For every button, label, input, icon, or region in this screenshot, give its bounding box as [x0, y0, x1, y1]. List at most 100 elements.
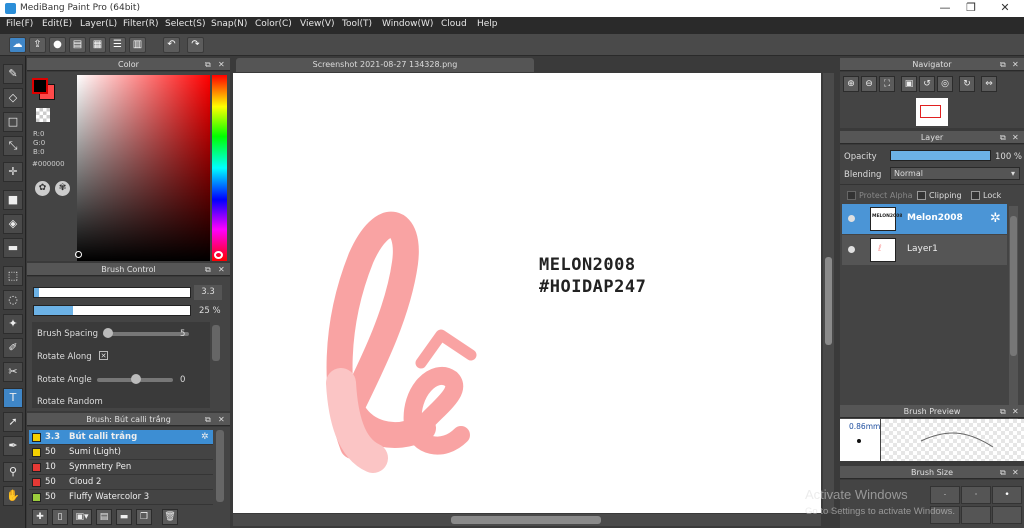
- brush-item[interactable]: 10 Symmetry Pen: [29, 460, 213, 475]
- color-cursor[interactable]: [75, 251, 82, 258]
- menu-help[interactable]: Help: [477, 19, 498, 29]
- fill-rect-tool[interactable]: ■: [3, 190, 23, 210]
- horizontal-scrollbar[interactable]: [233, 514, 821, 526]
- menu-tool[interactable]: Tool(T): [342, 19, 372, 29]
- select-pen-tool[interactable]: ✐: [3, 338, 23, 358]
- cloud-sync-button[interactable]: ☁: [9, 37, 26, 53]
- folder-button[interactable]: ▬: [116, 509, 132, 525]
- grid-button[interactable]: ▥: [129, 37, 146, 53]
- undock-icon[interactable]: ⧉: [1000, 131, 1006, 144]
- brush-item[interactable]: 50 Fluffy Watercolor 3: [29, 490, 213, 505]
- menu-layer[interactable]: Layer(L): [80, 19, 117, 29]
- flip-button[interactable]: ⇔: [981, 76, 997, 92]
- bucket-tool[interactable]: ◈: [3, 214, 23, 234]
- navigator-thumbnail[interactable]: [916, 98, 948, 126]
- close-button[interactable]: ✕: [990, 1, 1020, 15]
- menu-snap[interactable]: Snap(N): [211, 19, 247, 29]
- panel-close-icon[interactable]: ✕: [218, 263, 225, 276]
- menu-cloud[interactable]: Cloud: [441, 19, 467, 29]
- protect-alpha-checkbox[interactable]: [847, 191, 856, 200]
- panel-close-icon[interactable]: ✕: [1012, 466, 1019, 479]
- brush-settings-button[interactable]: ▤: [96, 509, 112, 525]
- magic-wand-tool[interactable]: ✦: [3, 314, 23, 334]
- size-preset[interactable]: ·: [930, 486, 960, 504]
- panel-close-icon[interactable]: ✕: [1012, 405, 1019, 418]
- zoom-in-button[interactable]: ⊕: [843, 76, 859, 92]
- delete-brush-button[interactable]: 🗑: [162, 509, 178, 525]
- panel-close-icon[interactable]: ✕: [218, 413, 225, 426]
- select-tool[interactable]: ⬚: [3, 266, 23, 286]
- saturation-value-picker[interactable]: [77, 75, 210, 261]
- rotate-left-button[interactable]: ↺: [919, 76, 935, 92]
- undock-icon[interactable]: ⧉: [205, 263, 211, 276]
- lasso-tool[interactable]: ◌: [3, 290, 23, 310]
- brush-size-value[interactable]: 3.3: [194, 285, 222, 300]
- move-tool[interactable]: ✛: [3, 162, 23, 182]
- hue-slider[interactable]: [212, 75, 227, 261]
- zoom-out-button[interactable]: ⊖: [861, 76, 877, 92]
- brush-spacing-handle[interactable]: [103, 328, 113, 338]
- text-tool[interactable]: T: [3, 388, 23, 408]
- menu-view[interactable]: View(V): [300, 19, 335, 29]
- menu-window[interactable]: Window(W): [382, 19, 433, 29]
- rotate-angle-handle[interactable]: [131, 374, 141, 384]
- brush-tool[interactable]: ✎: [3, 64, 23, 84]
- size-preset[interactable]: •: [992, 486, 1022, 504]
- eyedropper-tool[interactable]: ⚲: [3, 462, 23, 482]
- add-brush-button[interactable]: ✚: [32, 509, 48, 525]
- clipping-checkbox[interactable]: [917, 191, 926, 200]
- new-brush-button[interactable]: ▯: [52, 509, 68, 525]
- layer-item-melon2008[interactable]: MELON2008 Melon2008 ✲: [842, 204, 1007, 234]
- undock-icon[interactable]: ⧉: [205, 413, 211, 426]
- menu-file[interactable]: File(F): [6, 19, 33, 29]
- undock-icon[interactable]: ⧉: [1000, 405, 1006, 418]
- undock-icon[interactable]: ⧉: [1000, 466, 1006, 479]
- size-preset[interactable]: [961, 506, 991, 524]
- brush-item[interactable]: 50 Cloud 2: [29, 475, 213, 490]
- document-button[interactable]: ▦: [89, 37, 106, 53]
- list-button[interactable]: ☰: [109, 37, 126, 53]
- menu-color[interactable]: Color(C): [255, 19, 292, 29]
- horizontal-scroll-thumb[interactable]: [451, 516, 601, 524]
- color-picker-button[interactable]: ✾: [55, 181, 70, 196]
- message-button[interactable]: ▤: [69, 37, 86, 53]
- redo-button[interactable]: ↷: [187, 37, 204, 53]
- vertical-scroll-thumb[interactable]: [825, 257, 832, 345]
- drawing-canvas[interactable]: MELON2008 #HOIDAP247: [233, 73, 821, 513]
- export-button[interactable]: ⇪: [29, 37, 46, 53]
- layer-scrollbar[interactable]: [1009, 206, 1018, 434]
- menu-select[interactable]: Select(S): [165, 19, 206, 29]
- duplicate-brush-button[interactable]: ❐: [136, 509, 152, 525]
- layer-opacity-slider[interactable]: [890, 150, 991, 161]
- brush-spacing-slider[interactable]: [103, 332, 189, 336]
- brush-menu-button[interactable]: ▣▾: [72, 509, 92, 525]
- maximize-button[interactable]: ❐: [956, 1, 986, 15]
- operation-tool[interactable]: ➚: [3, 412, 23, 432]
- rotate-reset-button[interactable]: ◎: [937, 76, 953, 92]
- brush-item[interactable]: 50 Sumi (Light): [29, 445, 213, 460]
- transparent-swatch[interactable]: [36, 108, 50, 122]
- size-preset[interactable]: [992, 506, 1022, 524]
- panel-close-icon[interactable]: ✕: [218, 58, 225, 71]
- fit-window-button[interactable]: ⛶: [879, 76, 895, 92]
- document-tab[interactable]: Screenshot 2021-08-27 134328.png: [236, 58, 534, 72]
- dot-tool[interactable]: ⤡: [3, 136, 23, 156]
- hand-tool[interactable]: ✋: [3, 486, 23, 506]
- menu-edit[interactable]: Edit(E): [42, 19, 72, 29]
- gradient-tool[interactable]: ▬: [3, 238, 23, 258]
- panel-close-icon[interactable]: ✕: [1012, 58, 1019, 71]
- brush-opacity-slider[interactable]: [33, 305, 191, 316]
- panel-close-icon[interactable]: ✕: [1012, 131, 1019, 144]
- rotate-right-button[interactable]: ↻: [959, 76, 975, 92]
- palette-button[interactable]: ✿: [35, 181, 50, 196]
- divide-tool[interactable]: ✒: [3, 436, 23, 456]
- gear-icon[interactable]: ✲: [201, 430, 209, 444]
- brush-list-scrollbar[interactable]: [216, 430, 224, 502]
- eraser-tool[interactable]: ◇: [3, 88, 23, 108]
- brush-item[interactable]: 3.3 Bút calli trắng ✲: [29, 430, 213, 445]
- brush-size-slider[interactable]: [33, 287, 191, 298]
- undock-icon[interactable]: ⧉: [205, 58, 211, 71]
- rotate-along-checkbox[interactable]: ✕: [99, 351, 108, 360]
- shape-tool[interactable]: □: [3, 112, 23, 132]
- eye-icon[interactable]: [848, 215, 855, 222]
